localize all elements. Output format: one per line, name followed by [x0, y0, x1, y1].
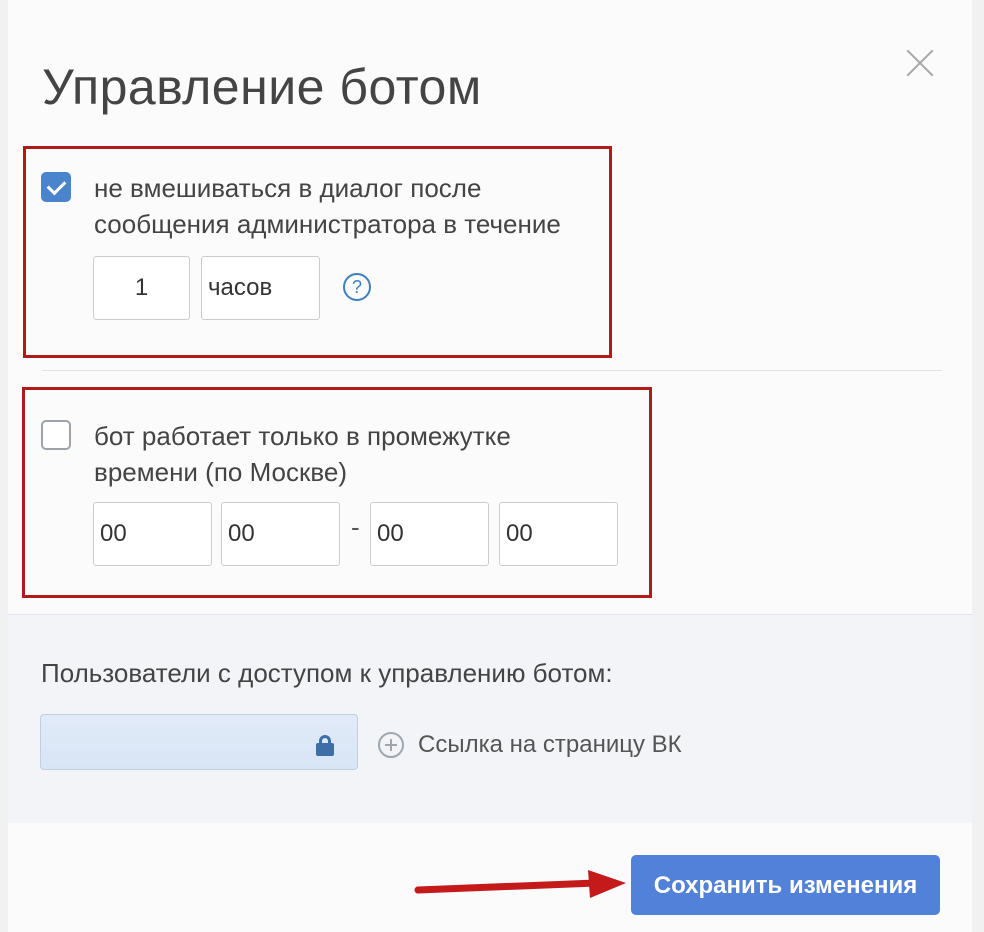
add-vk-link-label: Ссылка на страницу ВК: [418, 731, 682, 758]
access-user-input[interactable]: [40, 714, 358, 770]
checkmark-icon: [46, 175, 67, 196]
access-label: Пользователи с доступом к управлению бот…: [41, 658, 613, 688]
delay-unit-select[interactable]: часов: [201, 256, 320, 320]
help-icon[interactable]: ?: [343, 273, 371, 301]
delay-label-line1: не вмешиваться в диалог после: [94, 173, 482, 203]
dialog-title: Управление ботом: [42, 59, 482, 115]
lock-icon: [315, 735, 335, 756]
delay-amount-input[interactable]: 1: [93, 256, 190, 320]
schedule-checkbox[interactable]: [41, 420, 71, 450]
plus-circle-icon: [378, 732, 404, 758]
schedule-to-hours[interactable]: 00: [370, 502, 489, 566]
section-divider: [42, 370, 942, 371]
save-button[interactable]: Сохранить изменения: [631, 855, 940, 915]
arrow-annotation-icon: [414, 870, 626, 898]
close-icon[interactable]: [905, 48, 935, 78]
schedule-label-line2: времени (по Москве): [94, 457, 348, 487]
delay-label-line2: сообщения администратора в течение: [94, 209, 561, 239]
bot-settings-dialog: Управление ботом не вмешиваться в диалог…: [8, 0, 972, 932]
schedule-label-line1: бот работает только в промежутке: [94, 421, 511, 451]
schedule-from-minutes[interactable]: 00: [221, 502, 340, 566]
time-range-separator: -: [351, 512, 360, 542]
schedule-from-hours[interactable]: 00: [93, 502, 212, 566]
delay-checkbox[interactable]: [41, 172, 71, 202]
schedule-to-minutes[interactable]: 00: [499, 502, 618, 566]
